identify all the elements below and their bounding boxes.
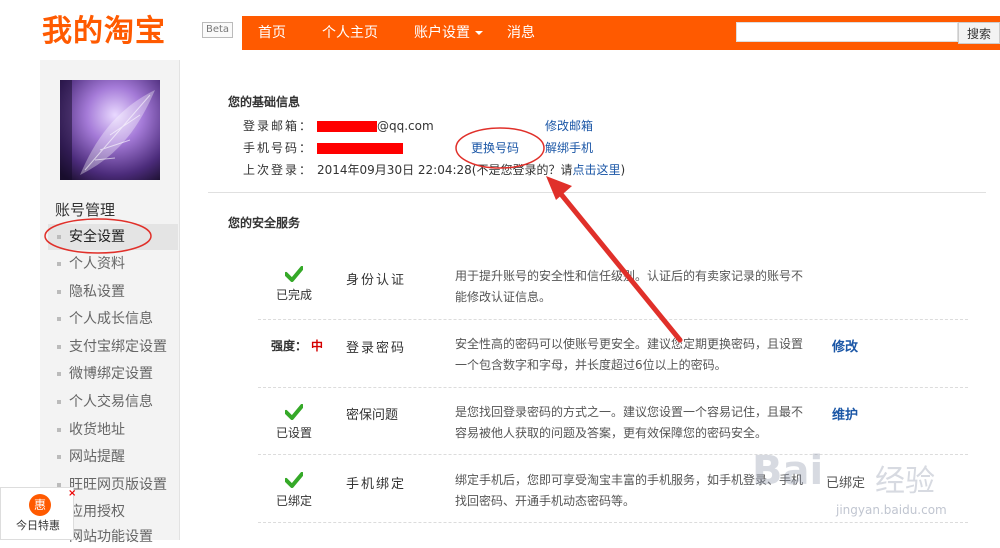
sidebar-item-label: 应用授权 — [69, 504, 125, 520]
sidebar-item-label: 旺旺网页版设置 — [69, 477, 167, 493]
modify-password-button[interactable]: 修改 — [832, 336, 858, 355]
row-divider — [258, 454, 968, 455]
email-suffix: @qq.com — [377, 119, 434, 133]
phone-label: 手机号码： — [243, 141, 314, 155]
security-title: 您的安全服务 — [228, 216, 301, 230]
sidebar-item-privacy[interactable]: 隐私设置 — [57, 281, 125, 303]
annotation-arrowhead — [546, 176, 572, 200]
sidebar-title: 账号管理 — [55, 201, 116, 219]
section-divider — [208, 192, 986, 193]
basic-info-title: 您的基础信息 — [228, 95, 301, 109]
status-phone-binding: 已绑定 — [254, 472, 334, 509]
not-me-close: ) — [620, 163, 626, 177]
logo[interactable]: 我的淘宝 — [42, 10, 166, 54]
bullet-icon — [57, 290, 61, 294]
email-label: 登录邮箱： — [243, 119, 314, 133]
sidebar-item-label: 支付宝绑定设置 — [69, 339, 167, 355]
not-me-text: (不是您登录的？请 — [471, 163, 573, 177]
click-here-link[interactable]: 点击这里 — [572, 163, 620, 177]
sidebar-item-label: 个人交易信息 — [69, 394, 153, 410]
phone-row: 手机号码： — [243, 139, 403, 157]
unbind-phone-link[interactable]: 解绑手机 — [545, 139, 593, 157]
redacted-phone — [317, 143, 403, 154]
daily-deals-label: 今日特惠 — [16, 519, 60, 532]
sidebar-item-label: 网站提醒 — [69, 449, 125, 465]
nav-messages[interactable]: 消息 — [507, 16, 535, 50]
status-text: 已设置 — [275, 426, 312, 440]
check-icon — [285, 404, 303, 420]
last-login-time: 2014年09月30日 22:04:28 — [317, 163, 472, 177]
sidebar-item-growth[interactable]: 个人成长信息 — [57, 308, 153, 330]
bullet-icon — [57, 317, 61, 321]
baidu-watermark-logo: Bai — [752, 448, 824, 494]
last-login-row: 上次登录： 2014年09月30日 22:04:28(不是您登录的？请点击这里) — [243, 161, 625, 179]
status-identity: 已完成 — [254, 266, 334, 303]
service-name-security-question: 密保问题 — [346, 408, 399, 423]
sidebar-item-alipay[interactable]: 支付宝绑定设置 — [57, 336, 167, 358]
service-desc-password: 安全性高的密码可以使账号更安全。建议您定期更换密码，且设置一个包含数字和字母，并… — [455, 337, 804, 372]
avatar[interactable] — [60, 80, 160, 180]
sidebar-item-label: 网站功能设置 — [69, 529, 153, 545]
bullet-icon — [57, 455, 61, 459]
row-divider — [258, 319, 968, 320]
annotation-arrow-shaft — [553, 185, 683, 343]
service-name-phone-binding: 手机绑定 — [346, 477, 407, 492]
close-icon[interactable]: × — [68, 488, 76, 499]
bullet-icon — [57, 345, 61, 349]
row-divider — [258, 387, 968, 388]
sidebar-item-label: 隐私设置 — [69, 284, 125, 300]
beta-badge: Beta — [202, 22, 234, 38]
avatar-image — [60, 80, 160, 180]
phone-bound-status: 已绑定 — [826, 476, 866, 491]
check-icon — [285, 472, 303, 488]
check-icon — [285, 266, 303, 282]
sidebar-item-security[interactable]: 安全设置 — [57, 226, 125, 248]
sidebar-item-address[interactable]: 收货地址 — [57, 419, 125, 441]
sidebar-item-reminder[interactable]: 网站提醒 — [57, 446, 125, 468]
email-row: 登录邮箱： @qq.com — [243, 117, 434, 135]
bullet-icon — [57, 400, 61, 404]
sidebar-item-label: 个人资料 — [69, 256, 125, 272]
sidebar-item-label: 安全设置 — [69, 229, 125, 245]
row-divider — [258, 522, 968, 523]
service-desc-identity: 用于提升账号的安全性和信任级别。认证后的有卖家记录的账号不能修改认证信息。 — [455, 269, 804, 304]
bullet-icon — [57, 262, 61, 266]
sidebar-item-label: 微博绑定设置 — [69, 366, 153, 382]
service-name-password: 登录密码 — [346, 341, 407, 356]
bullet-icon — [57, 235, 61, 239]
status-security-question: 已设置 — [254, 404, 334, 441]
maintain-question-button[interactable]: 维护 — [832, 404, 858, 423]
service-desc-security-question: 是您找回登录密码的方式之一。建议您设置一个容易记住，且最不容易被他人获取的问题及… — [455, 405, 804, 440]
bullet-icon — [57, 428, 61, 432]
search-button[interactable]: 搜索 — [958, 22, 1000, 44]
last-login-label: 上次登录： — [243, 163, 314, 177]
chevron-down-icon — [475, 31, 483, 35]
nav-account-settings-label: 账户设置 — [414, 25, 470, 41]
change-email-link[interactable]: 修改邮箱 — [545, 117, 593, 135]
sidebar-item-label: 个人成长信息 — [69, 311, 153, 327]
sidebar-item-trade[interactable]: 个人交易信息 — [57, 391, 153, 413]
bullet-icon — [57, 372, 61, 376]
status-text: 已完成 — [275, 288, 312, 302]
baidu-watermark-text: 经验 — [875, 464, 935, 499]
baidu-watermark-url: jingyan.baidu.com — [836, 503, 947, 517]
deal-icon: 惠 — [29, 494, 51, 516]
change-phone-link[interactable]: 更换号码 — [471, 139, 519, 157]
status-text: 已绑定 — [275, 494, 312, 508]
sidebar-item-weibo[interactable]: 微博绑定设置 — [57, 363, 153, 385]
nav-profile[interactable]: 个人主页 — [322, 16, 378, 50]
service-name-identity: 身份认证 — [346, 273, 407, 288]
search-input[interactable] — [736, 22, 958, 42]
sidebar-item-profile[interactable]: 个人资料 — [57, 253, 125, 275]
nav-home[interactable]: 首页 — [258, 16, 286, 50]
nav-account-settings[interactable]: 账户设置 — [414, 16, 483, 50]
sidebar-item-label: 收货地址 — [69, 422, 125, 438]
password-strength: 强度：中 — [271, 337, 323, 354]
redacted-email — [317, 121, 377, 132]
strength-value: 中 — [311, 339, 324, 353]
strength-label: 强度： — [271, 339, 308, 353]
